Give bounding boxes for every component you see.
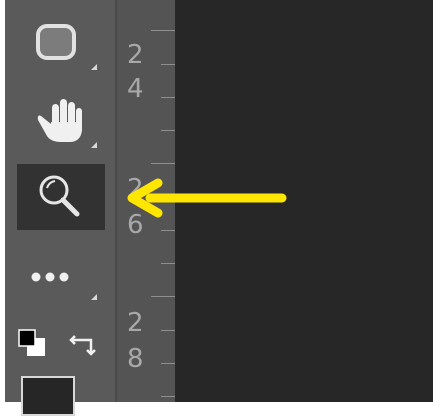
ruler-label: 2 (127, 308, 144, 338)
ruler-minor-tick (161, 363, 175, 364)
swap-colors-button[interactable] (69, 328, 105, 362)
vertical-ruler: 2 4 2 6 2 8 (117, 0, 175, 402)
ruler-minor-tick (161, 396, 175, 397)
hand-icon (37, 99, 82, 142)
ruler-minor-tick (161, 330, 175, 331)
swap-colors-icon (69, 335, 96, 356)
ruler-label: 2 (127, 40, 144, 70)
tools-panel (5, 0, 117, 416)
document-canvas[interactable] (175, 0, 433, 402)
hand-tool-button[interactable] (17, 92, 105, 158)
rounded-rectangle-icon (36, 24, 76, 60)
ellipsis-icon (31, 272, 69, 282)
ruler-minor-tick (161, 64, 175, 65)
ruler-minor-tick (161, 196, 175, 197)
ruler-label: 8 (127, 344, 144, 374)
foreground-color-swatch[interactable] (21, 376, 75, 416)
tool-group-corner-indicator (91, 64, 97, 70)
tool-group-corner-indicator (91, 294, 97, 300)
more-tools-button[interactable] (17, 248, 105, 314)
ruler-minor-tick (161, 130, 175, 131)
tool-group-corner-indicator (91, 142, 97, 148)
magnifier-icon (39, 175, 80, 217)
app-window: 2 4 2 6 2 8 (0, 0, 433, 416)
shape-tool-button[interactable] (17, 18, 105, 84)
default-colors-icon (18, 329, 45, 356)
ruler-major-tick (151, 163, 175, 164)
ruler-minor-tick (161, 97, 175, 98)
default-colors-button[interactable] (17, 328, 51, 362)
ruler-minor-tick (161, 263, 175, 264)
ruler-major-tick (151, 30, 175, 31)
ruler-label: 4 (127, 74, 144, 104)
ruler-minor-tick (161, 230, 175, 231)
ruler-major-tick (151, 296, 175, 297)
ruler-label: 6 (127, 210, 144, 240)
zoom-tool-button[interactable] (17, 164, 105, 230)
ruler-label: 2 (127, 174, 144, 204)
